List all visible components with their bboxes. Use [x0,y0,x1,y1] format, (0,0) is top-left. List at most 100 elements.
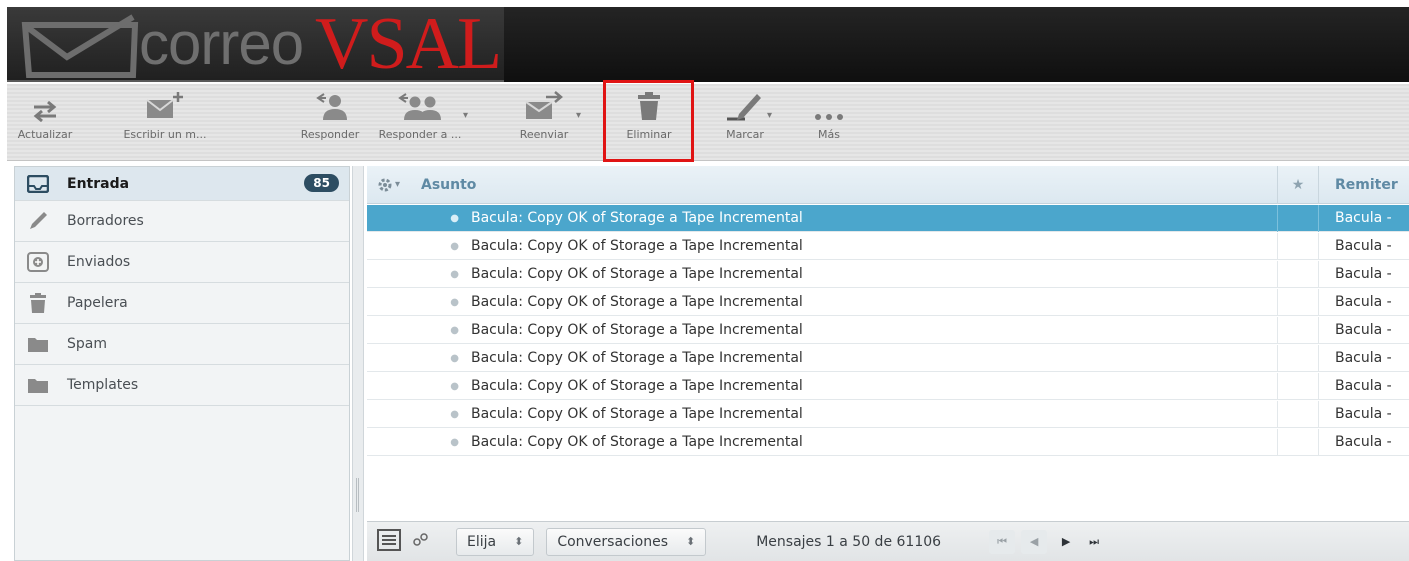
message-subject: Bacula: Copy OK of Storage a Tape Increm… [471,350,803,366]
message-row[interactable]: ● Bacula: Copy OK of Storage a Tape Incr… [367,232,1409,260]
reply-all-button[interactable]: Responder a ... ▾ [375,84,468,161]
message-from: Bacula - [1335,210,1392,226]
message-row[interactable]: ● Bacula: Copy OK of Storage a Tape Incr… [367,316,1409,344]
list-view-icon [377,528,401,551]
trash-icon [638,92,660,120]
folder-inbox[interactable]: Entrada 85 [15,167,349,201]
message-row[interactable]: ● Bacula: Copy OK of Storage a Tape Incr… [367,400,1409,428]
message-list: ▾ Asunto ★ Remiter ● Bacula: Copy OK of … [367,165,1409,561]
flag-cell[interactable] [1277,372,1319,400]
flag-cell[interactable] [1277,400,1319,428]
toolbar: Actualizar Escribir un m... Responder Re… [7,84,1409,161]
prev-page-button[interactable]: ◀ [1021,529,1048,554]
pencil-icon [25,210,51,232]
column-subject[interactable]: Asunto [421,177,1277,193]
message-row[interactable]: ● Bacula: Copy OK of Storage a Tape Incr… [367,372,1409,400]
message-row[interactable]: ● Bacula: Copy OK of Storage a Tape Incr… [367,428,1409,456]
updown-arrow-icon: ⬍ [686,535,696,548]
folder-trash[interactable]: Papelera [15,283,349,324]
select-label: Elija [467,533,497,550]
status-dot-icon: ● [450,212,459,224]
folder-drafts-label: Borradores [67,213,144,229]
last-page-icon: ⏭ [1089,534,1099,548]
reply-all-icon [398,93,441,120]
folder-drafts[interactable]: Borradores [15,201,349,242]
message-subject: Bacula: Copy OK of Storage a Tape Increm… [471,322,803,338]
splitter-grip[interactable] [356,478,360,512]
reply-all-dropdown-icon[interactable]: ▾ [463,110,468,121]
message-from: Bacula - [1335,406,1392,422]
delete-button[interactable]: Eliminar [607,84,691,161]
message-subject: Bacula: Copy OK of Storage a Tape Increm… [471,378,803,394]
list-footer: Elija ⬍ Conversaciones ⬍ Mensajes 1 a 50… [367,521,1409,561]
message-subject: Bacula: Copy OK of Storage a Tape Increm… [471,406,803,422]
mark-button[interactable]: Marcar ▾ [703,84,787,161]
flag-cell[interactable] [1277,204,1319,232]
first-page-icon: ⏮ [997,534,1007,548]
message-from: Bacula - [1335,350,1392,366]
next-page-button[interactable]: ▶ [1053,530,1079,554]
forward-button[interactable]: Reenviar ▾ [504,84,584,161]
thread-toggle[interactable] [411,532,431,552]
folder-templates[interactable]: Templates [15,365,349,406]
logo: correo VSAL [7,7,504,82]
updown-arrow-icon: ⬍ [514,535,524,548]
message-row[interactable]: ● Bacula: Copy OK of Storage a Tape Incr… [367,288,1409,316]
status-dot-icon: ● [450,324,459,336]
folder-templates-label: Templates [67,377,139,393]
message-from: Bacula - [1335,378,1392,394]
status-dot-icon: ● [450,408,459,420]
column-flag[interactable]: ★ [1277,165,1319,204]
flag-cell[interactable] [1277,260,1319,288]
column-from[interactable]: Remiter [1319,177,1398,193]
forward-dropdown-icon[interactable]: ▾ [576,110,581,121]
refresh-button[interactable]: Actualizar [9,84,81,161]
logo-accent: VSAL [315,3,502,85]
flag-cell[interactable] [1277,288,1319,316]
refresh-label: Actualizar [17,128,73,141]
reply-label: Responder [300,128,360,141]
mark-label: Marcar [726,128,764,141]
message-from: Bacula - [1335,434,1392,450]
compose-button[interactable]: Escribir un m... [115,84,215,161]
threads-label: Conversaciones [557,533,668,550]
folder-sent[interactable]: Enviados [15,242,349,283]
mark-dropdown-icon[interactable]: ▾ [767,110,772,121]
trash-icon [25,292,51,314]
message-row[interactable]: ● Bacula: Copy OK of Storage a Tape Incr… [367,344,1409,372]
flag-cell[interactable] [1277,428,1319,456]
last-page-button[interactable]: ⏭ [1081,530,1107,554]
status-dot-icon: ● [450,380,459,392]
list-options-button[interactable]: ▾ [367,177,421,193]
reply-button[interactable]: Responder [290,84,370,161]
next-page-icon: ▶ [1061,535,1071,548]
message-row[interactable]: ● Bacula: Copy OK of Storage a Tape Incr… [367,204,1409,232]
more-button[interactable]: Más [789,84,869,161]
message-from: Bacula - [1335,266,1392,282]
message-subject: Bacula: Copy OK of Storage a Tape Increm… [471,266,803,282]
flag-cell[interactable] [1277,232,1319,260]
message-row[interactable]: ● Bacula: Copy OK of Storage a Tape Incr… [367,260,1409,288]
select-dropdown[interactable]: Elija ⬍ [456,527,535,556]
refresh-icon [33,100,57,122]
threads-dropdown[interactable]: Conversaciones ⬍ [546,527,707,556]
flag-cell[interactable] [1277,344,1319,372]
message-subject: Bacula: Copy OK of Storage a Tape Increm… [471,434,803,450]
reply-icon [316,93,347,120]
flag-cell[interactable] [1277,316,1319,344]
unread-count-badge: 85 [304,174,339,192]
forward-icon [525,91,563,119]
message-count: Mensajes 1 a 50 de 61106 [756,533,942,550]
forward-label: Reenviar [519,128,569,141]
status-dot-icon: ● [450,352,459,364]
list-view-toggle[interactable] [377,528,401,555]
inbox-icon [25,173,51,195]
folder-spam[interactable]: Spam [15,324,349,365]
more-icon [815,114,843,120]
more-label: Más [818,128,840,141]
compose-label: Escribir un m... [123,128,207,141]
app-header: correo VSAL [7,7,1409,82]
first-page-button[interactable]: ⏮ [989,529,1016,554]
envelope-logo-icon [21,14,139,78]
folder-trash-label: Papelera [67,295,128,311]
